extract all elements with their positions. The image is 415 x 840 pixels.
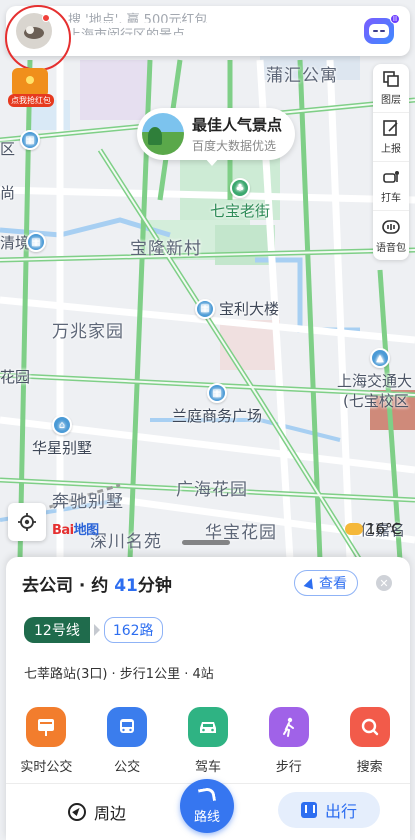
quick-search[interactable]: 搜索 <box>337 707 403 775</box>
poi-qingjing[interactable]: ▦ <box>26 232 46 252</box>
route-detail: 七莘路站(3口) · 步行1公里 · 4站 <box>24 667 214 682</box>
route-arrow-icon <box>197 786 217 803</box>
search-placeholder[interactable]: 搜 '地点', 赢 500元红包 上海市闵行区的景点 <box>68 12 208 45</box>
poi-lanting-plaza[interactable]: ▦ 兰庭商务广场 <box>172 383 262 426</box>
poi-qibao-old-street[interactable]: ♣ 七宝老街 <box>210 178 270 221</box>
map-label-huayuan: 花园 <box>0 368 31 386</box>
map-label-qu: 区 <box>0 140 16 158</box>
user-avatar-icon <box>24 26 44 39</box>
avatar[interactable] <box>16 13 52 49</box>
assistant-badge: II <box>390 14 400 24</box>
voice-assistant-button[interactable] <box>364 18 394 44</box>
popular-scenic-bubble[interactable]: 最佳人气景点 百度大数据优选 <box>137 108 295 160</box>
poi-huaxing-villa[interactable]: ⌂ 华星别墅 <box>32 415 92 458</box>
tab-nearby[interactable]: 周边 <box>68 800 126 824</box>
tool-taxi[interactable]: 打车 <box>373 162 409 211</box>
commute-minutes: 41 <box>114 576 138 596</box>
tool-voice-pack[interactable]: 语音包 <box>373 211 409 260</box>
realtime-bus-icon <box>26 707 67 747</box>
map-label-benchi: 奔驰别墅 <box>52 492 124 512</box>
map-label-jiaotong-1: 上海交通大 <box>337 372 413 390</box>
close-icon[interactable]: ✕ <box>376 575 392 591</box>
taxi-icon <box>383 171 399 183</box>
crosshair-icon <box>18 513 36 531</box>
quick-realtime-bus[interactable]: 实时公交 <box>13 707 79 775</box>
map-label-baolong: 宝隆新村 <box>130 239 202 259</box>
bus-line-tag: 162路 <box>103 617 163 643</box>
layers-icon <box>383 71 399 87</box>
building-icon: ▦ <box>20 130 40 150</box>
compass-icon <box>68 803 86 821</box>
commute-title: 去公司 · 约 41分钟 <box>22 576 172 596</box>
quick-drive[interactable]: 驾车 <box>175 707 241 775</box>
weather-widget[interactable]: 16℃ <box>345 520 402 538</box>
search-icon <box>349 707 390 747</box>
map-label-puhui: 蒲汇公寓 <box>266 66 338 86</box>
view-route-button[interactable]: 查看 <box>294 570 358 596</box>
tool-layers[interactable]: 图层 <box>373 64 409 113</box>
cloudy-sun-icon <box>345 523 363 535</box>
voice-pack-icon <box>382 219 400 234</box>
tab-travel[interactable]: 出行 <box>278 792 380 828</box>
graduation-cap-icon: ▲ <box>370 348 390 368</box>
navigate-arrow-icon <box>303 576 317 590</box>
map-label-wanzhao: 万兆家园 <box>52 322 124 342</box>
poi-district[interactable]: ▦ <box>20 130 40 150</box>
tool-report[interactable]: 上报 <box>373 113 409 162</box>
scenic-thumbnail <box>142 113 184 155</box>
poi-baoli-building[interactable]: ▦ 宝利大楼 <box>195 298 279 319</box>
car-icon <box>187 707 228 747</box>
scenic-subtitle: 百度大数据优选 <box>192 139 277 153</box>
scenic-title: 最佳人气景点 <box>192 116 283 134</box>
quick-actions: 实时公交 公交 驾车 步行 搜索 <box>6 707 410 775</box>
red-packet-label: 点我抢红包 <box>8 94 54 107</box>
route-tags: 12号线 162路 <box>24 617 163 643</box>
building-icon: ▦ <box>207 383 227 403</box>
robot-face-icon <box>369 24 389 38</box>
locate-me-button[interactable] <box>8 503 46 541</box>
red-packet-promo[interactable]: 点我抢红包 <box>8 64 54 110</box>
notification-dot <box>42 14 50 22</box>
poi-jiaotong-university[interactable]: ▲ <box>370 348 390 368</box>
scenic-bubble-tail <box>204 157 220 166</box>
treasure-box-icon <box>12 68 48 96</box>
map-tools-panel: 图层 上报 打车 语音包 <box>373 64 409 260</box>
sheet-drag-handle[interactable] <box>182 540 230 545</box>
map-label-mingyuan: 深川名苑 <box>90 532 162 552</box>
chevron-right-icon <box>93 624 100 636</box>
baidu-map-logo: Bai地图 <box>52 523 99 538</box>
map-label-shang: 尚 <box>0 184 16 202</box>
quick-bus[interactable]: 公交 <box>94 707 160 775</box>
tree-icon: ♣ <box>230 178 250 198</box>
search-bar[interactable]: 搜 '地点', 赢 500元红包 上海市闵行区的景点 II <box>5 5 410 71</box>
bus-icon <box>107 707 148 747</box>
report-icon <box>383 120 398 136</box>
tab-route[interactable]: 路线 <box>180 779 234 833</box>
bottom-tab-bar: 周边 路线 出行 <box>6 779 410 840</box>
travel-icon <box>300 802 317 818</box>
metro-line-tag: 12号线 <box>24 617 90 643</box>
house-icon: ⌂ <box>52 415 72 435</box>
walk-icon <box>268 707 309 747</box>
map-label-guanghai: 广海花园 <box>176 480 248 500</box>
building-icon: ▦ <box>26 232 46 252</box>
building-icon: ▦ <box>195 298 215 319</box>
quick-walk[interactable]: 步行 <box>256 707 322 775</box>
map-label-jiaotong-2: (七宝校区 <box>343 392 409 410</box>
